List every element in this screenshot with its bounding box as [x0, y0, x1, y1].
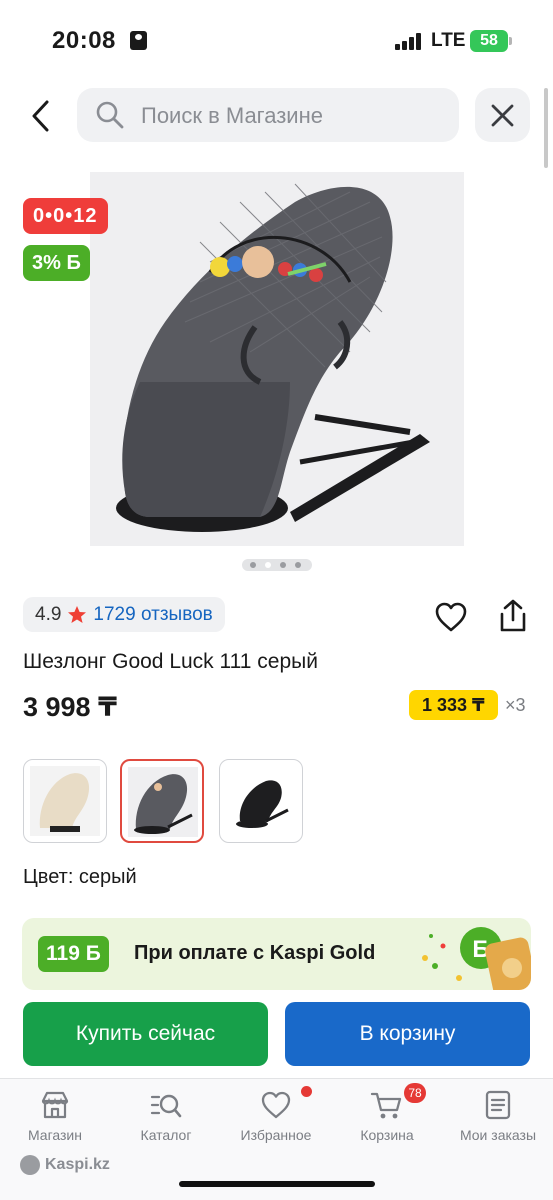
signal-icon — [395, 33, 423, 50]
tab-catalog[interactable]: Каталог — [116, 1089, 216, 1149]
rating-pill[interactable]: 4.9 1729 отзывов — [23, 597, 225, 632]
variant-grey[interactable] — [120, 759, 204, 843]
close-icon — [491, 104, 514, 127]
favorite-button[interactable] — [434, 600, 468, 634]
cart-count-badge: 78 — [404, 1083, 426, 1103]
kaspi-brand-text: Kaspi.kz — [45, 1156, 110, 1173]
cart-icon — [370, 1092, 402, 1119]
kaspi-gold-banner[interactable]: 119 Б При оплате с Kaspi Gold Б — [22, 918, 531, 990]
buy-now-button[interactable]: Купить сейчас — [23, 1002, 268, 1066]
kaspi-gold-card-icon: Б — [422, 927, 531, 990]
catalog-search-icon — [150, 1094, 182, 1118]
chevron-left-icon — [32, 100, 49, 132]
home-indicator[interactable] — [179, 1181, 375, 1187]
color-label: Цвет: серый — [23, 866, 137, 888]
variant-black-image — [226, 766, 296, 836]
heart-icon — [435, 602, 467, 632]
tab-cart[interactable]: 78 Корзина — [337, 1083, 437, 1149]
tab-favorites[interactable]: Избранное — [226, 1086, 326, 1149]
search-placeholder: Поиск в Магазине — [141, 103, 323, 128]
reviews-link[interactable]: 1729 отзывов — [93, 604, 212, 626]
battery-icon: 58 — [470, 30, 512, 52]
gold-banner-text: При оплате с Kaspi Gold — [134, 942, 376, 964]
tab-label: Мои заказы — [459, 1127, 537, 1143]
tab-orders[interactable]: Мои заказы — [448, 1089, 548, 1149]
share-button[interactable] — [496, 598, 530, 634]
product-title: Шезлонг Good Luck 111 серый — [23, 650, 318, 673]
gold-bonus-badge: 119 Б — [38, 936, 109, 972]
variant-black[interactable] — [219, 759, 303, 843]
search-header: Поиск в Магазине — [0, 88, 553, 144]
bonus-badge: 3% Б — [23, 245, 90, 281]
tab-shop[interactable]: Магазин — [5, 1089, 105, 1149]
search-icon — [96, 101, 124, 129]
scrollbar[interactable] — [544, 88, 548, 168]
star-icon — [68, 605, 87, 623]
contact-card-icon — [130, 31, 147, 50]
bouncer-illustration — [90, 172, 464, 546]
orders-icon — [485, 1090, 511, 1120]
tab-label: Избранное — [240, 1127, 312, 1143]
heart-icon — [261, 1091, 291, 1119]
status-bar: 20:08 LTE 58 — [0, 0, 553, 80]
variant-beige[interactable] — [23, 759, 107, 843]
installment-price[interactable]: 1 333 ₸ — [409, 690, 498, 720]
search-input[interactable]: Поиск в Магазине — [77, 88, 459, 142]
product-price: 3 998 ₸ — [23, 692, 117, 722]
close-button[interactable] — [475, 88, 530, 142]
add-to-cart-button[interactable]: В корзину — [285, 1002, 530, 1066]
tab-label: Магазин — [27, 1127, 82, 1143]
kaspi-brand: Kaspi.kz — [20, 1155, 110, 1175]
product-image[interactable] — [90, 172, 464, 546]
shop-icon — [41, 1091, 69, 1119]
status-time: 20:08 — [52, 27, 116, 54]
rating-value: 4.9 — [35, 603, 62, 625]
tab-label: Каталог — [140, 1127, 192, 1143]
back-button[interactable] — [22, 96, 62, 136]
timer-badge: 0•0•12 — [23, 198, 108, 234]
network-type: LTE — [431, 30, 466, 51]
kaspi-logo-icon — [20, 1155, 40, 1175]
installment-count: ×3 — [505, 695, 526, 715]
image-pagination[interactable] — [242, 559, 312, 571]
share-icon — [500, 599, 526, 632]
variant-beige-image — [30, 766, 100, 836]
variant-grey-image — [128, 767, 198, 837]
favorites-notification-dot — [301, 1086, 312, 1097]
tab-label: Корзина — [360, 1127, 414, 1143]
